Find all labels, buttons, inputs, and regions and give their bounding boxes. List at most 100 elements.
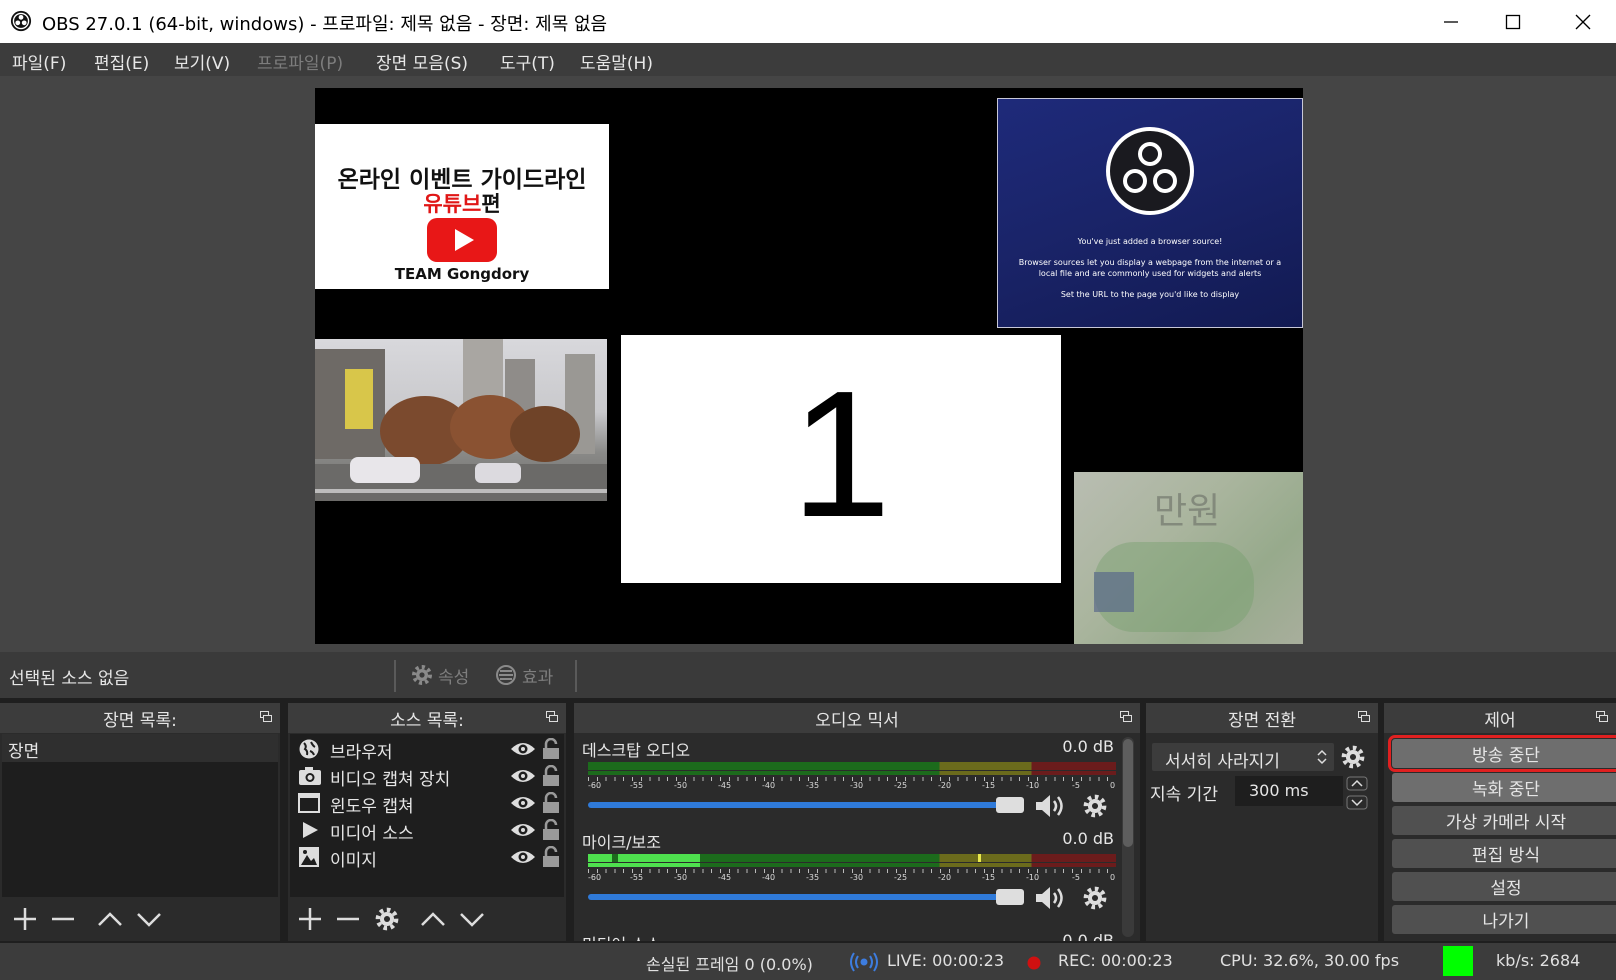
browser-source[interactable]: You've just added a browser source! Brow… xyxy=(997,98,1303,328)
exit-button[interactable]: 나가기 xyxy=(1392,905,1616,934)
lock-icon[interactable] xyxy=(542,846,560,868)
scale-label: -20 xyxy=(938,873,952,882)
visibility-eye-icon[interactable] xyxy=(510,740,536,758)
gear-icon xyxy=(412,665,432,685)
lock-icon[interactable] xyxy=(542,819,560,841)
menu-bar: 파일(F) 편집(E) 보기(V) 프로파일(P) 장면 모음(S) 도구(T)… xyxy=(0,43,1616,76)
spin-up-icon[interactable] xyxy=(1346,776,1368,791)
source-item-video-capture[interactable]: 비디오 캡쳐 장치 xyxy=(292,763,564,790)
spin-down-icon[interactable] xyxy=(1346,795,1368,810)
lock-icon[interactable] xyxy=(542,765,560,787)
visibility-eye-icon[interactable] xyxy=(510,821,536,839)
add-scene-button[interactable] xyxy=(12,906,38,932)
scale-label: -20 xyxy=(938,781,952,790)
source-item-media[interactable]: 미디어 소스 xyxy=(292,817,564,844)
volume-slider-handle[interactable] xyxy=(996,889,1024,905)
scale-label: -35 xyxy=(806,873,820,882)
transition-settings-gear-icon[interactable] xyxy=(1340,744,1366,770)
volume-slider-mic[interactable] xyxy=(588,894,1018,900)
image-source[interactable]: 만원 xyxy=(1074,472,1303,644)
speaker-icon[interactable] xyxy=(1034,885,1068,911)
minimize-button[interactable] xyxy=(1428,0,1474,43)
duration-spinbox[interactable]: 300 ms xyxy=(1235,776,1343,806)
source-item-window-capture[interactable]: 윈도우 캡쳐 xyxy=(292,790,564,817)
transition-select[interactable]: 서서히 사라지기 xyxy=(1152,743,1334,772)
visibility-eye-icon[interactable] xyxy=(510,794,536,812)
volume-slider-desktop[interactable] xyxy=(588,802,1018,808)
duration-value: 300 ms xyxy=(1249,781,1309,800)
duration-spin-buttons[interactable] xyxy=(1346,776,1368,810)
exit-label: 나가기 xyxy=(1482,912,1530,932)
scale-label: -35 xyxy=(806,781,820,790)
rec-time: REC: 00:00:23 xyxy=(1058,951,1173,970)
controls-title: 제어 xyxy=(1484,710,1516,731)
speaker-icon[interactable] xyxy=(1034,793,1068,819)
preview-canvas[interactable]: 온라인 이벤트 가이드라인 유튜브편 TEAM Gongdory You've … xyxy=(315,88,1303,644)
number-source[interactable]: 1 xyxy=(621,335,1061,583)
scale-label: -55 xyxy=(630,781,644,790)
menu-edit[interactable]: 편집(E) xyxy=(94,49,149,74)
menu-profile[interactable]: 프로파일(P) xyxy=(257,49,343,74)
filters-button[interactable]: 효과 xyxy=(494,662,553,688)
visibility-eye-icon[interactable] xyxy=(510,848,536,866)
remove-source-button[interactable] xyxy=(335,906,361,932)
undock-icon[interactable] xyxy=(1120,711,1132,723)
no-source-label: 선택된 소스 없음 xyxy=(9,669,130,689)
maximize-icon xyxy=(1505,14,1521,29)
close-button[interactable] xyxy=(1560,0,1606,43)
start-virtual-camera-button[interactable]: 가상 카메라 시작 xyxy=(1392,806,1616,835)
stop-streaming-label: 방송 중단 xyxy=(1472,746,1540,766)
mixer-body: 데스크탑 오디오 0.0 dB -60 -55 -50 -45 -40 -35 … xyxy=(574,733,1140,941)
video-capture-source[interactable] xyxy=(315,339,607,501)
undock-icon[interactable] xyxy=(260,711,272,723)
move-source-up-button[interactable] xyxy=(420,906,446,932)
channel-settings-gear-icon[interactable] xyxy=(1082,885,1108,911)
scale-label: -10 xyxy=(1026,873,1040,882)
move-scene-up-button[interactable] xyxy=(97,906,123,932)
add-source-button[interactable] xyxy=(297,906,323,932)
source-properties-gear-icon[interactable] xyxy=(374,906,400,932)
settings-button[interactable]: 설정 xyxy=(1392,872,1616,901)
source-label: 미디어 소스 xyxy=(330,824,414,844)
maximize-button[interactable] xyxy=(1490,0,1536,43)
scale-label: -40 xyxy=(762,873,776,882)
source-item-browser[interactable]: 브라우저 xyxy=(292,736,564,763)
source-item-image[interactable]: 이미지 xyxy=(292,844,564,871)
stop-streaming-button[interactable]: 방송 중단 xyxy=(1388,735,1616,772)
lock-icon[interactable] xyxy=(542,792,560,814)
remove-scene-button[interactable] xyxy=(50,906,76,932)
undock-icon[interactable] xyxy=(1358,711,1370,723)
bitrate: kb/s: 2684 xyxy=(1496,951,1581,970)
filters-label: 효과 xyxy=(522,667,554,688)
move-scene-down-button[interactable] xyxy=(136,906,162,932)
channel-settings-gear-icon[interactable] xyxy=(1082,793,1108,819)
volume-slider-handle[interactable] xyxy=(996,797,1024,813)
mixer-scrollbar[interactable] xyxy=(1122,737,1134,937)
scene-item[interactable]: 장면 xyxy=(2,734,278,762)
scale-label: -10 xyxy=(1026,781,1040,790)
move-source-down-button[interactable] xyxy=(459,906,485,932)
menu-scene-collection[interactable]: 장면 모음(S) xyxy=(376,49,468,74)
menu-file[interactable]: 파일(F) xyxy=(12,49,66,74)
banner-source[interactable]: 온라인 이벤트 가이드라인 유튜브편 TEAM Gongdory xyxy=(315,124,609,289)
menu-help[interactable]: 도움말(H) xyxy=(580,49,653,74)
visibility-eye-icon[interactable] xyxy=(510,767,536,785)
lock-icon[interactable] xyxy=(542,738,560,760)
menu-view[interactable]: 보기(V) xyxy=(174,49,230,74)
volume-meter-mic-peak xyxy=(978,854,981,862)
scale-label: -25 xyxy=(894,781,908,790)
undock-icon[interactable] xyxy=(546,711,558,723)
start-virtual-camera-label: 가상 카메라 시작 xyxy=(1445,813,1567,833)
record-dot-icon xyxy=(1027,956,1041,970)
banner-subtitle-black: 편 xyxy=(481,192,501,216)
scale-label: -55 xyxy=(630,873,644,882)
scale-label: -5 xyxy=(1072,781,1080,790)
undock-icon[interactable] xyxy=(1596,711,1608,723)
menu-tools[interactable]: 도구(T) xyxy=(500,49,555,74)
stop-recording-button[interactable]: 녹화 중단 xyxy=(1392,773,1616,802)
street-photo xyxy=(315,339,607,501)
properties-button[interactable]: 속성 xyxy=(410,662,469,688)
studio-mode-button[interactable]: 편집 방식 xyxy=(1392,839,1616,868)
mixer-scrollbar-thumb[interactable] xyxy=(1123,739,1133,847)
meter-scale: -60 -55 -50 -45 -40 -35 -30 -25 -20 -15 … xyxy=(588,777,1116,791)
